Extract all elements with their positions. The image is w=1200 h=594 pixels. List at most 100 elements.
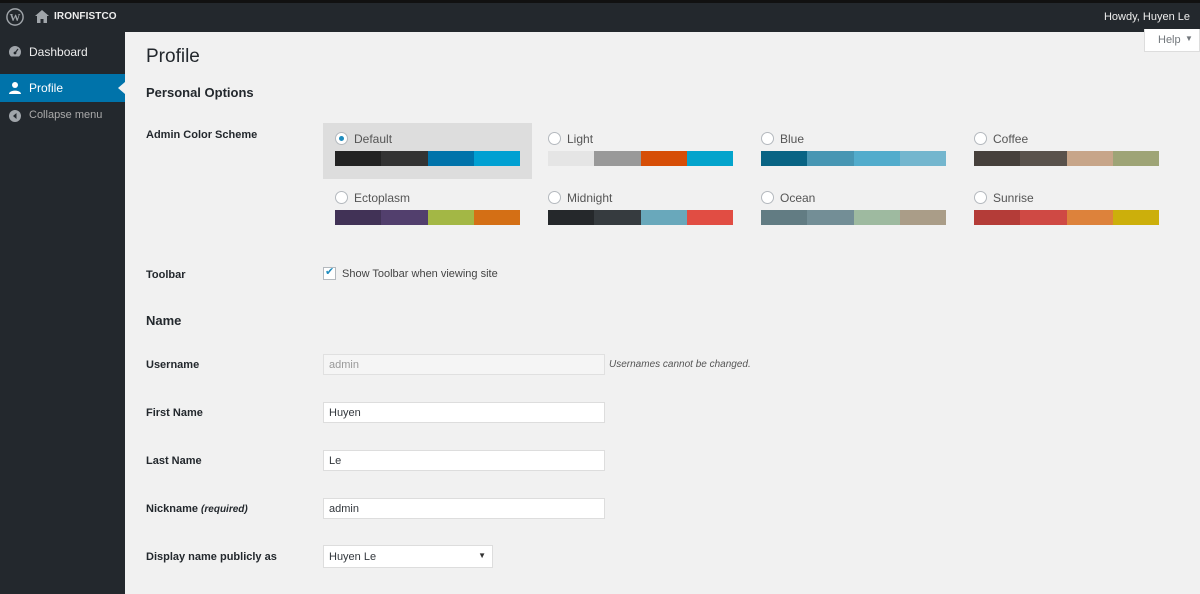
- name-section-heading: Name: [146, 313, 182, 328]
- sidebar-item-label: Profile: [29, 81, 64, 95]
- color-swatch-strip: [548, 210, 733, 225]
- sidebar-item-dashboard[interactable]: Dashboard: [0, 38, 125, 66]
- color-swatch: [335, 210, 382, 225]
- site-name-link[interactable]: IRONFISTCO: [54, 11, 117, 22]
- sidebar-item-profile[interactable]: Profile: [0, 74, 125, 102]
- last-name-field[interactable]: [323, 450, 605, 471]
- collapse-icon: [9, 110, 21, 122]
- color-scheme-name[interactable]: Light: [567, 132, 593, 146]
- color-swatch: [427, 151, 474, 166]
- nickname-label-text: Nickname: [146, 503, 198, 515]
- color-scheme-option[interactable]: Blue: [749, 123, 958, 179]
- color-scheme-name[interactable]: Sunrise: [993, 191, 1034, 205]
- color-swatch-strip: [335, 210, 520, 225]
- first-name-label: First Name: [146, 407, 203, 419]
- sidebar-item-label: Dashboard: [29, 45, 88, 59]
- svg-text:W: W: [10, 12, 21, 24]
- home-icon[interactable]: [35, 10, 49, 23]
- color-swatch: [594, 210, 641, 225]
- color-swatch: [1112, 151, 1159, 166]
- color-swatch: [853, 210, 900, 225]
- user-icon: [9, 82, 21, 94]
- color-scheme-option[interactable]: Light: [536, 123, 745, 179]
- color-scheme-name[interactable]: Blue: [780, 132, 804, 146]
- color-scheme-radio[interactable]: [761, 132, 774, 145]
- color-swatch: [1020, 210, 1067, 225]
- color-scheme-radio[interactable]: [548, 132, 561, 145]
- color-scheme-radio[interactable]: [335, 191, 348, 204]
- color-swatch: [1066, 151, 1113, 166]
- color-scheme-option[interactable]: Ectoplasm: [323, 182, 532, 238]
- toolbar-label: Toolbar: [146, 269, 186, 281]
- color-scheme-name[interactable]: Ectoplasm: [354, 191, 410, 205]
- wordpress-logo-icon[interactable]: W: [6, 8, 24, 26]
- color-swatch: [807, 210, 854, 225]
- color-swatch: [381, 151, 428, 166]
- admin-sidebar: Dashboard Profile Collapse menu: [0, 29, 125, 594]
- color-swatch: [427, 210, 474, 225]
- color-swatch: [686, 210, 733, 225]
- username-field: [323, 354, 605, 375]
- nickname-field[interactable]: [323, 498, 605, 519]
- color-scheme-radio[interactable]: [548, 191, 561, 204]
- color-scheme-radio[interactable]: [974, 191, 987, 204]
- color-swatch: [899, 210, 946, 225]
- color-swatch: [548, 151, 595, 166]
- account-menu[interactable]: Howdy, Huyen Le: [1104, 11, 1190, 23]
- color-scheme-name[interactable]: Coffee: [993, 132, 1028, 146]
- personal-options-heading: Personal Options: [146, 85, 254, 100]
- color-swatch-strip: [761, 151, 946, 166]
- color-scheme-name[interactable]: Default: [354, 132, 392, 146]
- username-label: Username: [146, 359, 200, 371]
- color-scheme-radio[interactable]: [974, 132, 987, 145]
- color-swatch: [594, 151, 641, 166]
- color-scheme-name[interactable]: Midnight: [567, 191, 612, 205]
- first-name-field[interactable]: [323, 402, 605, 423]
- color-swatch: [381, 210, 428, 225]
- color-swatch: [548, 210, 595, 225]
- chevron-down-icon: ▼: [478, 551, 486, 560]
- color-swatch: [807, 151, 854, 166]
- color-swatch: [1112, 210, 1159, 225]
- sidebar-item-label: Collapse menu: [29, 109, 103, 121]
- color-scheme-radio[interactable]: [335, 132, 348, 145]
- color-swatch: [974, 151, 1021, 166]
- color-swatch: [1020, 151, 1067, 166]
- required-marker: (required): [201, 504, 248, 515]
- help-label: Help: [1158, 34, 1181, 46]
- color-scheme-option[interactable]: Midnight: [536, 182, 745, 238]
- color-swatch-strip: [761, 210, 946, 225]
- color-swatch: [686, 151, 733, 166]
- color-scheme-radio[interactable]: [761, 191, 774, 204]
- color-swatch: [1066, 210, 1113, 225]
- display-name-select[interactable]: Huyen Le ▼: [323, 545, 493, 568]
- color-swatch: [899, 151, 946, 166]
- chevron-down-icon: ▼: [1185, 34, 1193, 43]
- color-swatch: [473, 151, 520, 166]
- display-name-selected-value: Huyen Le: [329, 551, 377, 563]
- color-scheme-option[interactable]: Ocean: [749, 182, 958, 238]
- color-swatch: [473, 210, 520, 225]
- help-tab-button[interactable]: Help ▼: [1144, 29, 1200, 52]
- color-swatch-strip: [335, 151, 520, 166]
- color-scheme-option[interactable]: Sunrise: [962, 182, 1171, 238]
- nickname-label: Nickname (required): [146, 503, 248, 515]
- color-swatch: [640, 210, 687, 225]
- username-note: Usernames cannot be changed.: [609, 359, 751, 370]
- admin-color-scheme-label: Admin Color Scheme: [146, 129, 258, 141]
- color-swatch: [761, 210, 808, 225]
- color-scheme-option[interactable]: Default: [323, 123, 532, 179]
- last-name-label: Last Name: [146, 455, 202, 467]
- show-toolbar-label[interactable]: Show Toolbar when viewing site: [342, 268, 498, 280]
- color-swatch-strip: [548, 151, 733, 166]
- show-toolbar-checkbox[interactable]: [323, 265, 336, 280]
- color-scheme-option[interactable]: Coffee: [962, 123, 1171, 179]
- collapse-menu-button[interactable]: Collapse menu: [0, 102, 125, 130]
- color-swatch: [335, 151, 382, 166]
- color-scheme-name[interactable]: Ocean: [780, 191, 815, 205]
- color-swatch: [974, 210, 1021, 225]
- color-swatch-strip: [974, 151, 1159, 166]
- color-swatch: [853, 151, 900, 166]
- color-swatch-strip: [974, 210, 1159, 225]
- admin-toolbar: W IRONFISTCO Howdy, Huyen Le: [0, 0, 1200, 32]
